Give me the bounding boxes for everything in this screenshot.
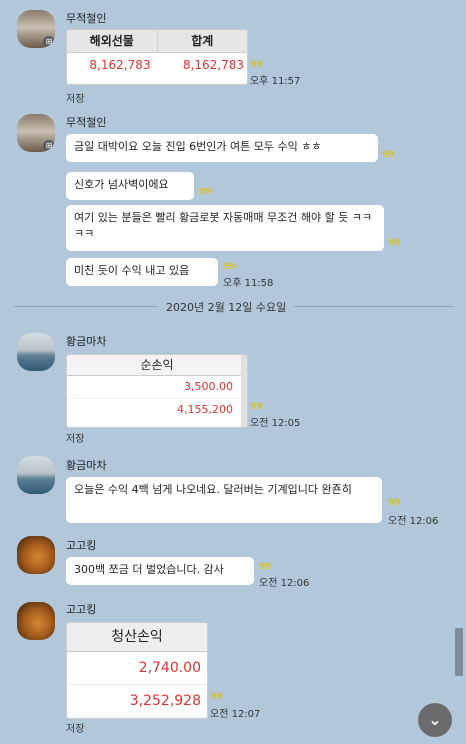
timestamp: 오후 11:58 [223, 278, 274, 289]
unread-count: 99 [210, 692, 223, 702]
image-table-card[interactable]: 순손익 3,500.00 4,155,200 [66, 354, 248, 428]
timestamp: 오전 12:05 [250, 418, 301, 429]
dog-avatar-icon[interactable] [17, 602, 55, 640]
profile-badge-icon: ⊞ [43, 36, 55, 48]
timestamp: 오전 12:07 [210, 709, 261, 720]
sender-name: 무적철인 [66, 12, 107, 25]
cafe-avatar-icon[interactable]: ⊞ [17, 114, 55, 152]
sea-avatar-icon[interactable] [17, 456, 55, 494]
double-chevron-down-icon: ⌄ [428, 710, 442, 729]
save-link[interactable]: 저장 [66, 90, 84, 105]
table-value-cell: 3,500.00 [67, 376, 247, 399]
scroll-to-bottom-button[interactable]: ⌄ [418, 703, 452, 737]
sender-name: 황금마차 [66, 335, 107, 348]
message-bubble[interactable]: 신호가 넘사벽이에요 [66, 172, 194, 200]
message-bubble[interactable]: 여기 있는 분들은 빨리 황금로봇 자동매매 무조건 해야 할 듯 ㅋㅋㅋㅋ [66, 205, 384, 251]
message-bubble[interactable]: 금일 대박이요 오늘 진입 6번인가 여튼 모두 수익 ㅎㅎ [66, 134, 378, 162]
table-value-cell: 2,740.00 [67, 652, 207, 685]
sender-name: 고고킹 [66, 539, 97, 552]
sender-name: 무적철인 [66, 116, 107, 129]
cafe-avatar-icon[interactable]: ⊞ [17, 10, 55, 48]
unread-count: 99 [199, 187, 212, 197]
image-table-card[interactable]: 청산손익 2,740.00 3,252,928 [66, 622, 208, 719]
timestamp: 오전 12:06 [388, 516, 439, 527]
sender-name: 황금마차 [66, 459, 107, 472]
message-bubble[interactable]: 300백 쪼금 더 벌었습니다. 감사 [66, 557, 254, 585]
table-header-cell: 해외선물 [67, 30, 158, 52]
message-bubble[interactable]: 미친 듯이 수익 내고 있음 [66, 258, 218, 286]
table-value-cell: 4,155,200 [177, 403, 233, 416]
save-link[interactable]: 저장 [66, 430, 84, 445]
unread-count: 99 [250, 60, 263, 70]
profile-badge-icon: ⊞ [43, 140, 55, 152]
unread-count: 99 [223, 262, 236, 272]
table-value-cell: 8,162,783 [89, 58, 151, 72]
table-header-cell: 순손익 [67, 355, 247, 376]
table-scrollbar [241, 355, 247, 427]
dog-avatar-icon[interactable] [17, 536, 55, 574]
table-value-cell: 8,162,783 [182, 58, 244, 72]
table-header-cell: 청산손익 [67, 623, 207, 652]
scrollbar-thumb[interactable] [455, 628, 463, 676]
unread-count: 99 [388, 238, 401, 248]
table-header-cell: 합계 [191, 34, 214, 48]
timestamp: 오전 12:06 [259, 578, 310, 589]
unread-count: 99 [250, 402, 263, 412]
image-table-card[interactable]: 해외선물 합계 8,162,783 8,162,783 [66, 29, 248, 85]
unread-count: 99 [382, 150, 395, 160]
unread-count: 99 [259, 562, 272, 572]
sender-name: 고고킹 [66, 603, 97, 616]
table-value-cell: 3,252,928 [129, 693, 201, 709]
save-link[interactable]: 저장 [66, 720, 84, 735]
sea-avatar-icon[interactable] [17, 333, 55, 371]
timestamp: 오후 11:57 [250, 76, 301, 87]
unread-count: 99 [388, 498, 401, 508]
message-bubble[interactable]: 오늘은 수익 4백 넘게 나오네요. 달러버는 기계입니다 완죤히 [66, 477, 382, 523]
date-divider: 2020년 2월 12일 수요일 [158, 299, 295, 315]
